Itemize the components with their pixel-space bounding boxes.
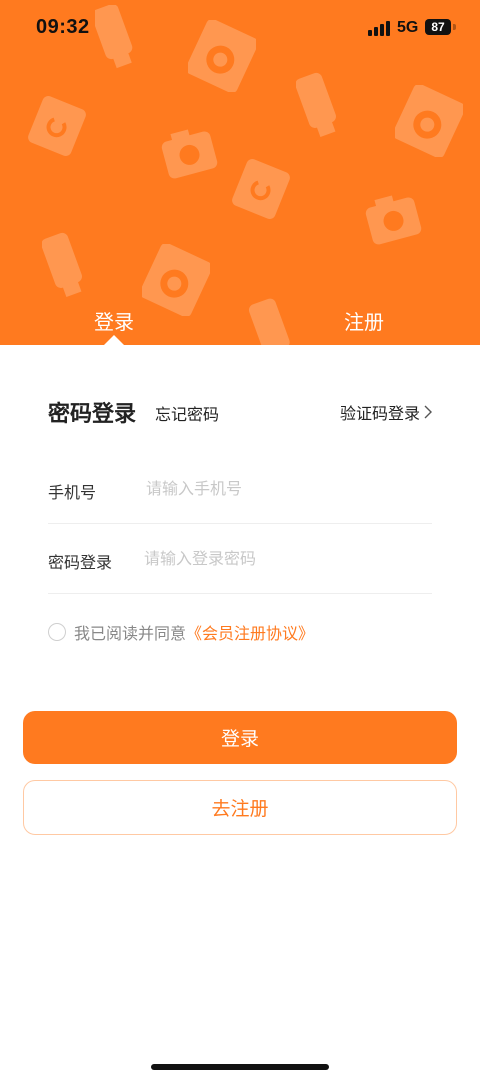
tab-register[interactable]: 注册 [344, 306, 384, 335]
tube-decoration-icon-3 [42, 232, 82, 297]
tube-decoration-icon-2 [296, 72, 336, 137]
login-button[interactable]: 登录 [23, 711, 457, 764]
phone-decoration-icon [28, 96, 86, 156]
header-banner: 09:32 5G 87 登录 注册 [0, 0, 480, 345]
camera-decoration-icon-2 [365, 195, 422, 245]
status-time: 09:32 [36, 16, 90, 38]
go-register-button[interactable]: 去注册 [23, 780, 457, 835]
agreement-link[interactable]: 《会员注册协议》 [186, 620, 314, 644]
sms-login-label: 验证码登录 [339, 404, 420, 423]
tube-decoration-icon-4 [248, 298, 290, 345]
washer-decoration-icon-3 [142, 244, 210, 316]
password-label: 密码登录 [48, 553, 113, 572]
checkbox-icon[interactable] [48, 623, 66, 641]
sms-login-link[interactable]: 验证码登录 [340, 400, 432, 424]
agree-text: 我已阅读并同意 [74, 624, 187, 643]
active-tab-indicator [104, 335, 124, 345]
password-input[interactable] [144, 543, 404, 573]
tab-login[interactable]: 登录 [94, 306, 134, 335]
chevron-right-icon [424, 405, 432, 419]
signal-icon [368, 20, 392, 36]
phone-field: 手机号 [48, 455, 432, 524]
status-bar: 09:32 5G 87 [0, 0, 480, 56]
network-label: 5G [397, 19, 419, 36]
form-title-row: 密码登录 忘记密码 验证码登录 [48, 396, 432, 428]
battery-icon: 87 [425, 19, 451, 35]
agreement-row: 我已阅读并同意 《会员注册协议》 [48, 620, 314, 644]
password-field: 密码登录 [48, 525, 432, 594]
phone-decoration-icon-2 [232, 159, 290, 219]
home-indicator [151, 1064, 329, 1070]
phone-label: 手机号 [48, 483, 97, 502]
battery-cap [453, 24, 456, 30]
phone-input[interactable] [146, 473, 406, 503]
camera-decoration-icon [161, 129, 218, 179]
forgot-password-link[interactable]: 忘记密码 [155, 401, 219, 425]
form-title: 密码登录 [48, 402, 137, 427]
washer-decoration-icon-2 [395, 85, 463, 157]
